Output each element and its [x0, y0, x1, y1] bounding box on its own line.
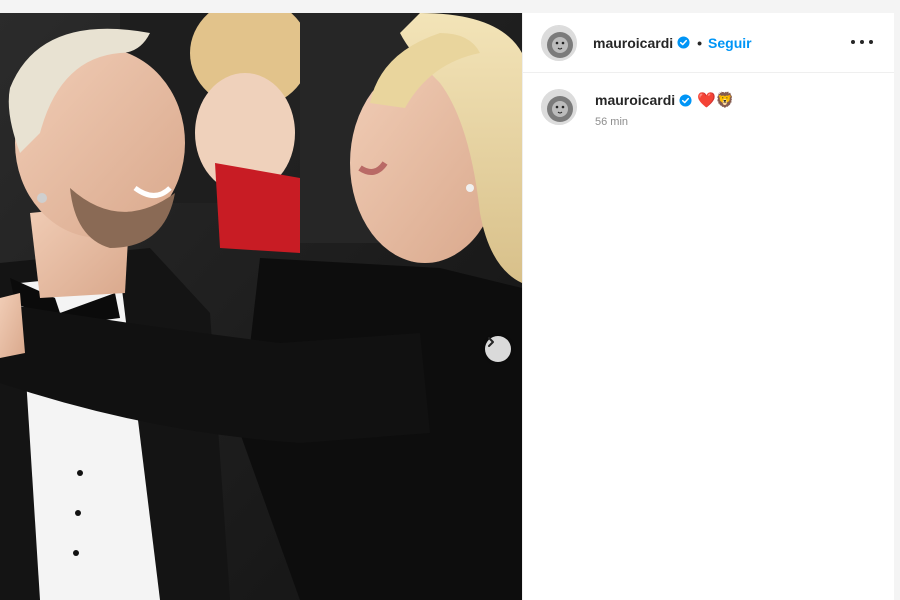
follow-button[interactable]: Seguir — [708, 35, 752, 51]
comment-avatar[interactable] — [541, 89, 577, 125]
chevron-right-icon — [488, 337, 494, 347]
window-top-strip — [0, 0, 900, 13]
separator-dot: • — [697, 34, 703, 51]
post-username[interactable]: mauroicardi — [593, 35, 673, 51]
caption-text: ❤️🦁 — [697, 91, 735, 109]
more-options-button[interactable] — [851, 32, 873, 52]
comment-line: mauroicardi ❤️🦁 — [595, 92, 735, 108]
next-photo-button[interactable] — [485, 336, 511, 362]
post-header: mauroicardi • Seguir — [523, 13, 895, 73]
lion-avatar-icon — [542, 90, 576, 124]
more-horizontal-icon — [851, 40, 855, 44]
verified-badge-icon — [677, 36, 690, 49]
verified-badge-icon — [679, 93, 692, 107]
instagram-post-window: mauroicardi • Seguir mauroicardi ❤️🦁 56 … — [0, 0, 900, 600]
avatar[interactable] — [541, 24, 577, 61]
window-right-strip — [894, 0, 900, 600]
comment-body: mauroicardi ❤️🦁 56 min — [595, 89, 735, 128]
photo-illustration — [0, 13, 522, 600]
post-photo[interactable] — [0, 13, 522, 600]
lion-avatar-icon — [542, 25, 576, 60]
post-timestamp[interactable]: 56 min — [595, 116, 735, 128]
comment-username[interactable]: mauroicardi — [595, 92, 675, 108]
post-side-panel: mauroicardi • Seguir mauroicardi ❤️🦁 56 … — [522, 13, 895, 600]
caption-comment: mauroicardi ❤️🦁 56 min — [541, 89, 881, 128]
